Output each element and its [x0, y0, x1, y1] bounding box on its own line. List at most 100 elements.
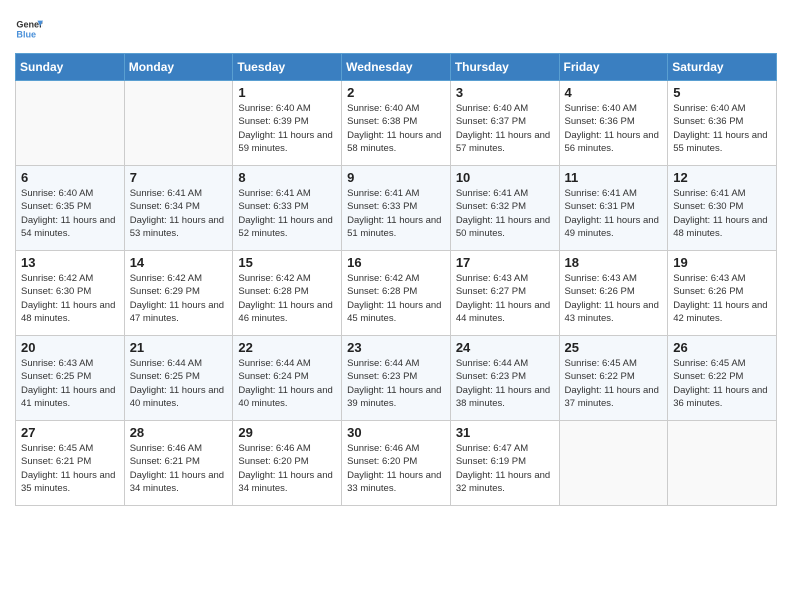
calendar-cell: 15 Sunrise: 6:42 AM Sunset: 6:28 PM Dayli…	[233, 251, 342, 336]
day-info: Sunrise: 6:47 AM Sunset: 6:19 PM Dayligh…	[456, 442, 554, 495]
day-info: Sunrise: 6:40 AM Sunset: 6:36 PM Dayligh…	[565, 102, 663, 155]
calendar-cell: 13Sunrise: 6:42 AM Sunset: 6:30 PM Dayli…	[16, 251, 125, 336]
day-of-week-header: Friday	[559, 54, 668, 81]
day-info: Sunrise: 6:40 AM Sunset: 6:35 PM Dayligh…	[21, 187, 119, 240]
calendar-cell	[668, 421, 777, 506]
day-info: Sunrise: 6:44 AM Sunset: 6:25 PM Dayligh…	[130, 357, 228, 410]
day-info: Sunrise: 6:45 AM Sunset: 6:22 PM Dayligh…	[673, 357, 771, 410]
calendar-header-row: SundayMondayTuesdayWednesdayThursdayFrid…	[16, 54, 777, 81]
calendar-cell: 4 Sunrise: 6:40 AM Sunset: 6:36 PM Daylig…	[559, 81, 668, 166]
day-info: Sunrise: 6:40 AM Sunset: 6:36 PM Dayligh…	[673, 102, 771, 155]
day-number: 31	[456, 425, 554, 440]
day-number: 17	[456, 255, 554, 270]
day-info: Sunrise: 6:45 AM Sunset: 6:21 PM Dayligh…	[21, 442, 119, 495]
day-number: 30	[347, 425, 445, 440]
day-number: 15	[238, 255, 336, 270]
day-info: Sunrise: 6:45 AM Sunset: 6:22 PM Dayligh…	[565, 357, 663, 410]
calendar-cell: 16 Sunrise: 6:42 AM Sunset: 6:28 PM Dayli…	[342, 251, 451, 336]
day-number: 7	[130, 170, 228, 185]
calendar-week-row: 6 Sunrise: 6:40 AM Sunset: 6:35 PM Daylig…	[16, 166, 777, 251]
calendar-cell: 10Sunrise: 6:41 AM Sunset: 6:32 PM Dayli…	[450, 166, 559, 251]
day-number: 19	[673, 255, 771, 270]
day-number: 8	[238, 170, 336, 185]
calendar-cell: 17 Sunrise: 6:43 AM Sunset: 6:27 PM Dayli…	[450, 251, 559, 336]
calendar-cell: 2Sunrise: 6:40 AM Sunset: 6:38 PM Daylig…	[342, 81, 451, 166]
day-number: 9	[347, 170, 445, 185]
calendar-cell: 30 Sunrise: 6:46 AM Sunset: 6:20 PM Dayli…	[342, 421, 451, 506]
day-info: Sunrise: 6:40 AM Sunset: 6:39 PM Dayligh…	[238, 102, 336, 155]
calendar-week-row: 13Sunrise: 6:42 AM Sunset: 6:30 PM Dayli…	[16, 251, 777, 336]
day-of-week-header: Monday	[124, 54, 233, 81]
day-info: Sunrise: 6:44 AM Sunset: 6:24 PM Dayligh…	[238, 357, 336, 410]
calendar-cell: 12 Sunrise: 6:41 AM Sunset: 6:30 PM Dayli…	[668, 166, 777, 251]
calendar-cell: 22 Sunrise: 6:44 AM Sunset: 6:24 PM Dayli…	[233, 336, 342, 421]
header: General Blue	[15, 15, 777, 43]
logo-icon: General Blue	[15, 15, 43, 43]
day-info: Sunrise: 6:46 AM Sunset: 6:20 PM Dayligh…	[238, 442, 336, 495]
day-number: 24	[456, 340, 554, 355]
day-number: 11	[565, 170, 663, 185]
calendar-cell: 19 Sunrise: 6:43 AM Sunset: 6:26 PM Dayli…	[668, 251, 777, 336]
day-info: Sunrise: 6:46 AM Sunset: 6:21 PM Dayligh…	[130, 442, 228, 495]
calendar-cell: 24Sunrise: 6:44 AM Sunset: 6:23 PM Dayli…	[450, 336, 559, 421]
day-number: 10	[456, 170, 554, 185]
day-number: 23	[347, 340, 445, 355]
calendar-cell	[559, 421, 668, 506]
day-info: Sunrise: 6:42 AM Sunset: 6:28 PM Dayligh…	[347, 272, 445, 325]
day-number: 14	[130, 255, 228, 270]
day-of-week-header: Sunday	[16, 54, 125, 81]
day-of-week-header: Tuesday	[233, 54, 342, 81]
day-info: Sunrise: 6:42 AM Sunset: 6:29 PM Dayligh…	[130, 272, 228, 325]
day-number: 4	[565, 85, 663, 100]
calendar-cell	[16, 81, 125, 166]
calendar-cell: 27 Sunrise: 6:45 AM Sunset: 6:21 PM Dayli…	[16, 421, 125, 506]
calendar-cell: 23Sunrise: 6:44 AM Sunset: 6:23 PM Dayli…	[342, 336, 451, 421]
day-info: Sunrise: 6:41 AM Sunset: 6:31 PM Dayligh…	[565, 187, 663, 240]
calendar-week-row: 1 Sunrise: 6:40 AM Sunset: 6:39 PM Daylig…	[16, 81, 777, 166]
day-number: 5	[673, 85, 771, 100]
day-info: Sunrise: 6:40 AM Sunset: 6:37 PM Dayligh…	[456, 102, 554, 155]
day-number: 12	[673, 170, 771, 185]
calendar-cell: 26Sunrise: 6:45 AM Sunset: 6:22 PM Dayli…	[668, 336, 777, 421]
day-info: Sunrise: 6:43 AM Sunset: 6:26 PM Dayligh…	[673, 272, 771, 325]
day-number: 20	[21, 340, 119, 355]
calendar-week-row: 20Sunrise: 6:43 AM Sunset: 6:25 PM Dayli…	[16, 336, 777, 421]
day-number: 3	[456, 85, 554, 100]
logo: General Blue	[15, 15, 43, 43]
day-number: 16	[347, 255, 445, 270]
day-info: Sunrise: 6:43 AM Sunset: 6:26 PM Dayligh…	[565, 272, 663, 325]
calendar-cell: 11 Sunrise: 6:41 AM Sunset: 6:31 PM Dayli…	[559, 166, 668, 251]
calendar-cell: 6 Sunrise: 6:40 AM Sunset: 6:35 PM Daylig…	[16, 166, 125, 251]
day-number: 1	[238, 85, 336, 100]
day-number: 6	[21, 170, 119, 185]
calendar-cell: 18Sunrise: 6:43 AM Sunset: 6:26 PM Dayli…	[559, 251, 668, 336]
day-number: 22	[238, 340, 336, 355]
day-of-week-header: Saturday	[668, 54, 777, 81]
svg-text:Blue: Blue	[16, 29, 36, 39]
day-of-week-header: Thursday	[450, 54, 559, 81]
day-number: 13	[21, 255, 119, 270]
day-info: Sunrise: 6:46 AM Sunset: 6:20 PM Dayligh…	[347, 442, 445, 495]
day-info: Sunrise: 6:43 AM Sunset: 6:27 PM Dayligh…	[456, 272, 554, 325]
calendar-cell: 20Sunrise: 6:43 AM Sunset: 6:25 PM Dayli…	[16, 336, 125, 421]
calendar-table: SundayMondayTuesdayWednesdayThursdayFrid…	[15, 53, 777, 506]
day-info: Sunrise: 6:42 AM Sunset: 6:28 PM Dayligh…	[238, 272, 336, 325]
calendar-cell: 5 Sunrise: 6:40 AM Sunset: 6:36 PM Daylig…	[668, 81, 777, 166]
page: General Blue SundayMondayTuesdayWednesda…	[0, 0, 792, 612]
calendar-cell	[124, 81, 233, 166]
calendar-cell: 28Sunrise: 6:46 AM Sunset: 6:21 PM Dayli…	[124, 421, 233, 506]
day-number: 27	[21, 425, 119, 440]
calendar-week-row: 27 Sunrise: 6:45 AM Sunset: 6:21 PM Dayli…	[16, 421, 777, 506]
calendar-cell: 1 Sunrise: 6:40 AM Sunset: 6:39 PM Daylig…	[233, 81, 342, 166]
day-info: Sunrise: 6:41 AM Sunset: 6:33 PM Dayligh…	[238, 187, 336, 240]
day-number: 25	[565, 340, 663, 355]
day-info: Sunrise: 6:41 AM Sunset: 6:34 PM Dayligh…	[130, 187, 228, 240]
day-info: Sunrise: 6:41 AM Sunset: 6:30 PM Dayligh…	[673, 187, 771, 240]
day-info: Sunrise: 6:41 AM Sunset: 6:33 PM Dayligh…	[347, 187, 445, 240]
day-number: 21	[130, 340, 228, 355]
calendar-cell: 9 Sunrise: 6:41 AM Sunset: 6:33 PM Daylig…	[342, 166, 451, 251]
calendar-cell: 21 Sunrise: 6:44 AM Sunset: 6:25 PM Dayli…	[124, 336, 233, 421]
day-number: 2	[347, 85, 445, 100]
calendar-cell: 7 Sunrise: 6:41 AM Sunset: 6:34 PM Daylig…	[124, 166, 233, 251]
day-number: 29	[238, 425, 336, 440]
